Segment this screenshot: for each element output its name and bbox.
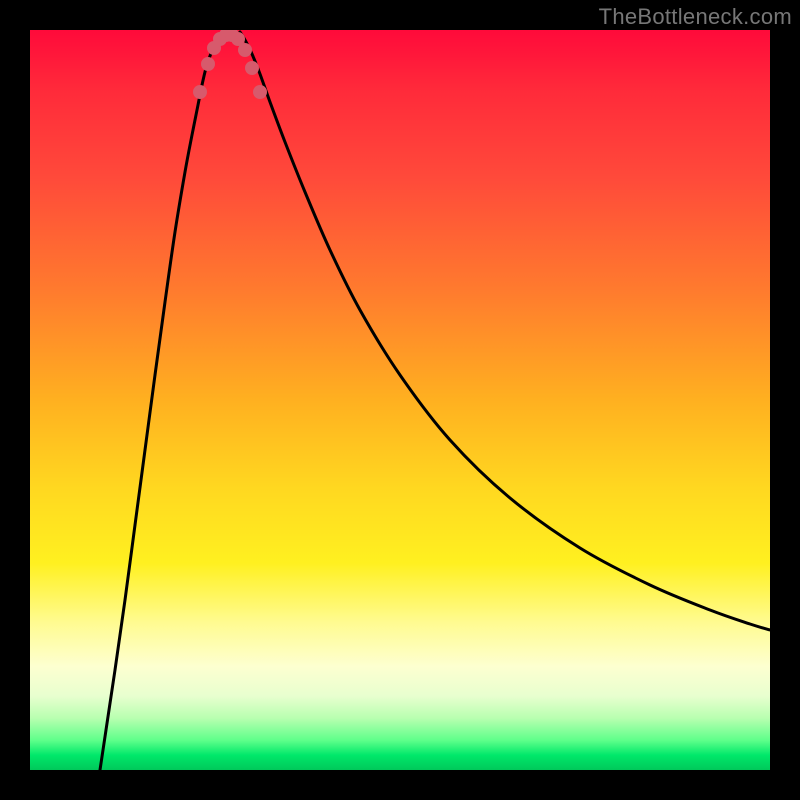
chart-frame: TheBottleneck.com: [0, 0, 800, 800]
left-curve: [100, 32, 222, 770]
valley-marker: [238, 43, 252, 57]
right-curve: [240, 32, 770, 630]
plot-area: [30, 30, 770, 770]
valley-marker: [201, 57, 215, 71]
valley-marker: [253, 85, 267, 99]
watermark-text: TheBottleneck.com: [599, 4, 792, 30]
valley-marker: [193, 85, 207, 99]
chart-svg: [30, 30, 770, 770]
valley-marker: [245, 61, 259, 75]
